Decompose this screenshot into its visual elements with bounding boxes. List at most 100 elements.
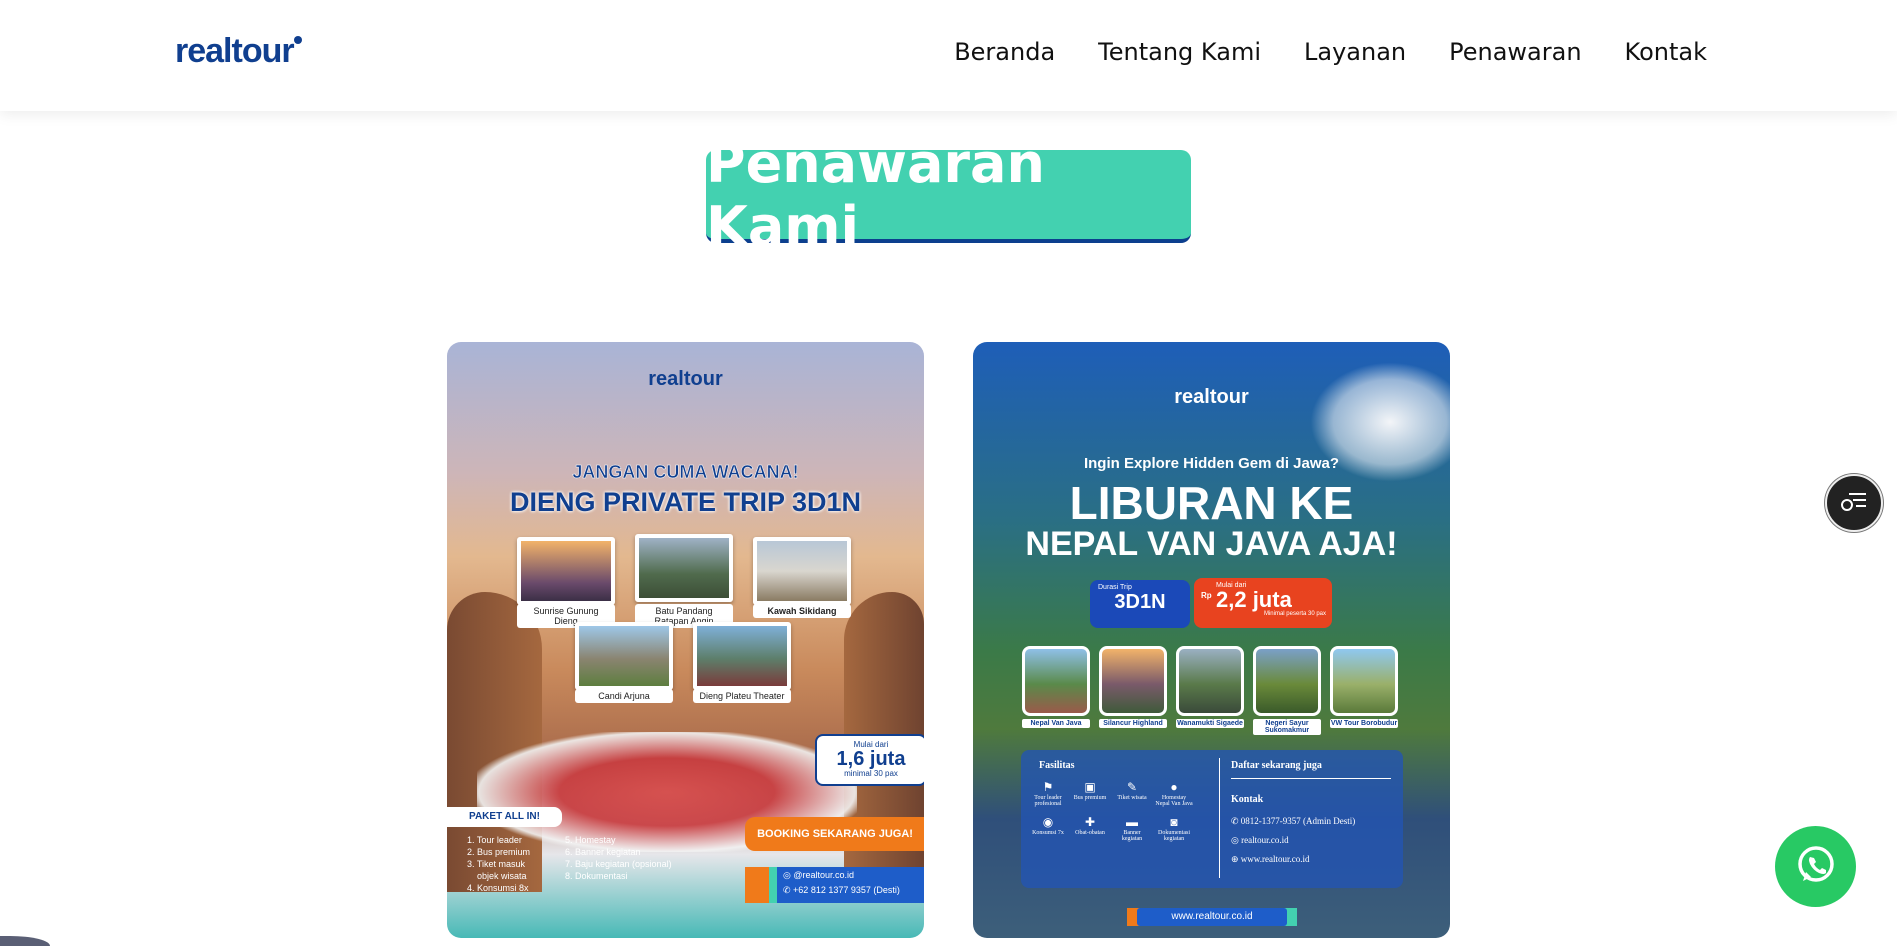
place-wanamukti: Wanamukti Sigaede — [1176, 646, 1244, 735]
inclusion-item: 3. Tiket masuk — [467, 859, 526, 869]
offer-card-dieng[interactable]: realtour JANGAN CUMA WACANA! DIENG PRIVA… — [447, 342, 924, 938]
facility-label: Dokumentasi kegiatan — [1158, 830, 1190, 842]
facility-item: ▣ Bus premium — [1071, 780, 1109, 807]
nav-link-tentang-kami[interactable]: Tentang Kami — [1098, 38, 1261, 66]
inclusion-item: 6. Banner kegiatan — [565, 847, 641, 857]
card1-booking-cta[interactable]: BOOKING SEKARANG JUGA! — [745, 817, 924, 851]
facility-icon: ✎ — [1126, 780, 1138, 794]
section-title: Penawaran Kami — [706, 131, 1045, 258]
place-photo — [1099, 646, 1167, 716]
filter-list-icon — [1839, 489, 1869, 517]
caption-candi-arjuna: Candi Arjuna — [575, 689, 673, 703]
card2-footer-url[interactable]: www.realtour.co.id — [1137, 908, 1287, 926]
nav-link-kontak[interactable]: Kontak — [1625, 38, 1707, 66]
place-caption: Wanamukti Sigaede — [1176, 719, 1244, 728]
card2-facilities-title: Fasilitas — [1039, 760, 1075, 771]
photo-candi-arjuna — [575, 622, 673, 690]
site-header: realtour Beranda Tentang Kami Layanan Pe… — [0, 0, 1897, 111]
place-photo — [1176, 646, 1244, 716]
facility-item: ✎ Tiket wisata — [1113, 780, 1151, 807]
facility-item: ✚ Obat-obatan — [1071, 815, 1109, 842]
card2-duration-box: Durasi Trip 3D1N — [1090, 580, 1190, 628]
inclusion-item: 1. Tour leader — [467, 835, 522, 845]
place-negeri-sayur: Negeri Sayur Sukomakmur — [1253, 646, 1321, 735]
contact-web: ⊕ www.realtour.co.id — [1231, 854, 1310, 864]
inclusion-item: 7. Baju kegiatan (opsional) — [565, 859, 672, 869]
section-title-box: Penawaran Kami — [706, 132, 1191, 258]
card2-logo: realtour — [1174, 386, 1249, 408]
place-caption: Silancur Highland — [1099, 719, 1167, 728]
inclusion-item: 8. Dokumentasi — [565, 871, 628, 881]
panel-rule — [1231, 778, 1391, 779]
place-nepal-van-java: Nepal Van Java — [1022, 646, 1090, 735]
card1-contact-box: ◎ @realtour.co.id ✆ +62 812 1377 9357 (D… — [777, 867, 924, 903]
card1-instagram: ◎ @realtour.co.id — [783, 870, 855, 880]
card2-headline-1: LIBURAN KE — [1069, 477, 1354, 529]
facility-label: Tiket wisata — [1117, 795, 1147, 801]
place-vw-tour: VW Tour Borobudur — [1330, 646, 1398, 735]
facility-label: Banner kegiatan — [1121, 830, 1143, 842]
place-caption: Negeri Sayur Sukomakmur — [1253, 719, 1321, 735]
card1-tagline: JANGAN CUMA WACANA! — [572, 462, 799, 483]
card2-register: Daftar sekarang juga — [1231, 760, 1322, 771]
contact-instagram-text: realtour.co.id — [1241, 835, 1289, 845]
card1-instagram-text: @realtour.co.id — [793, 870, 855, 880]
page-corner-decoration — [0, 936, 50, 946]
contact-instagram: ◎ realtour.co.id — [1231, 835, 1289, 845]
card1-headline: DIENG PRIVATE TRIP 3D1N — [509, 487, 862, 517]
facility-item: ● Homestay Nepal Van Java — [1155, 780, 1193, 807]
offer-card-nepal-van-java[interactable]: realtour Ingin Explore Hidden Gem di Jaw… — [973, 342, 1450, 938]
card2-duration: 3D1N — [1114, 591, 1166, 613]
card2-headline-2: NEPAL VAN JAVA AJA! — [1025, 525, 1398, 563]
card2-price-box: Mulai dari Rp 2,2 juta Minimal peserta 3… — [1194, 578, 1332, 628]
contact-web-text: www.realtour.co.id — [1240, 854, 1310, 864]
card2-currency: Rp — [1201, 591, 1212, 600]
facility-icon: ✚ — [1084, 815, 1096, 829]
place-caption: VW Tour Borobudur — [1330, 719, 1398, 728]
card1-package-label: PAKET ALL IN! — [447, 807, 562, 827]
facility-label: Tour leader profesional — [1034, 795, 1062, 807]
caption-kawah-sikidang: Kawah Sikidang — [753, 604, 851, 618]
card2-duration-label: Durasi Trip — [1098, 584, 1132, 591]
inclusion-item: 4. Konsumsi 8x — [467, 883, 529, 893]
nav-link-layanan[interactable]: Layanan — [1304, 38, 1406, 66]
photo-dieng-theater — [693, 622, 791, 690]
facility-icon: ◉ — [1042, 815, 1054, 829]
nav-link-penawaran[interactable]: Penawaran — [1449, 38, 1581, 66]
facility-item: ◉ Konsumsi 7x — [1029, 815, 1067, 842]
caption-dieng-theater: Dieng Plateu Theater — [693, 689, 791, 703]
floating-menu-button[interactable] — [1825, 474, 1883, 532]
contact-phone-text: 0812-1377-9357 (Admin Desti) — [1240, 816, 1356, 826]
facility-icon: ▣ — [1084, 780, 1096, 794]
whatsapp-button[interactable] — [1775, 826, 1856, 907]
facility-label: Obat-obatan — [1075, 830, 1105, 836]
card1-price: 1,6 juta — [836, 748, 906, 770]
card1-phone: ✆ +62 812 1377 9357 (Desti) — [783, 885, 900, 895]
card2-contact-title: Kontak — [1231, 794, 1264, 805]
facility-label: Homestay Nepal Van Java — [1155, 795, 1193, 807]
photo-batu-pandang — [635, 534, 733, 602]
card1-phone-text: +62 812 1377 9357 (Desti) — [793, 885, 900, 895]
card2-places: Nepal Van Java Silancur Highland Wanamuk… — [1022, 646, 1398, 735]
place-silancur: Silancur Highland — [1099, 646, 1167, 735]
card1-inclusions-left: 1. Tour leader 2. Bus premium 3. Tiket m… — [467, 834, 530, 894]
facility-icon: ▬ — [1126, 815, 1138, 829]
site-logo[interactable]: realtour — [175, 32, 302, 71]
facility-item: ▬ Banner kegiatan — [1113, 815, 1151, 842]
photo-sunrise — [517, 537, 615, 605]
contact-phone: ✆ 0812-1377-9357 (Admin Desti) — [1231, 816, 1356, 826]
card2-tagline: Ingin Explore Hidden Gem di Jawa? — [1083, 455, 1340, 472]
facility-label: Bus premium — [1073, 795, 1107, 801]
site-logo-text: realtour — [175, 32, 295, 70]
card1-price-box: Mulai dari 1,6 juta minimal 30 pax — [815, 734, 924, 786]
place-caption: Nepal Van Java — [1022, 719, 1090, 728]
place-photo — [1253, 646, 1321, 716]
nav-link-beranda[interactable]: Beranda — [954, 38, 1055, 66]
card1-price-note: minimal 30 pax — [844, 769, 898, 778]
photo-kawah-sikidang — [753, 537, 851, 605]
facility-icon: ● — [1170, 780, 1178, 794]
card1-inclusions-right: 5. Homestay 6. Banner kegiatan 7. Baju k… — [565, 834, 672, 882]
card2-contact-list: ✆ 0812-1377-9357 (Admin Desti) ◎ realtou… — [1231, 812, 1355, 869]
whatsapp-icon — [1794, 843, 1838, 891]
facility-item: ⚑ Tour leader profesional — [1029, 780, 1067, 807]
